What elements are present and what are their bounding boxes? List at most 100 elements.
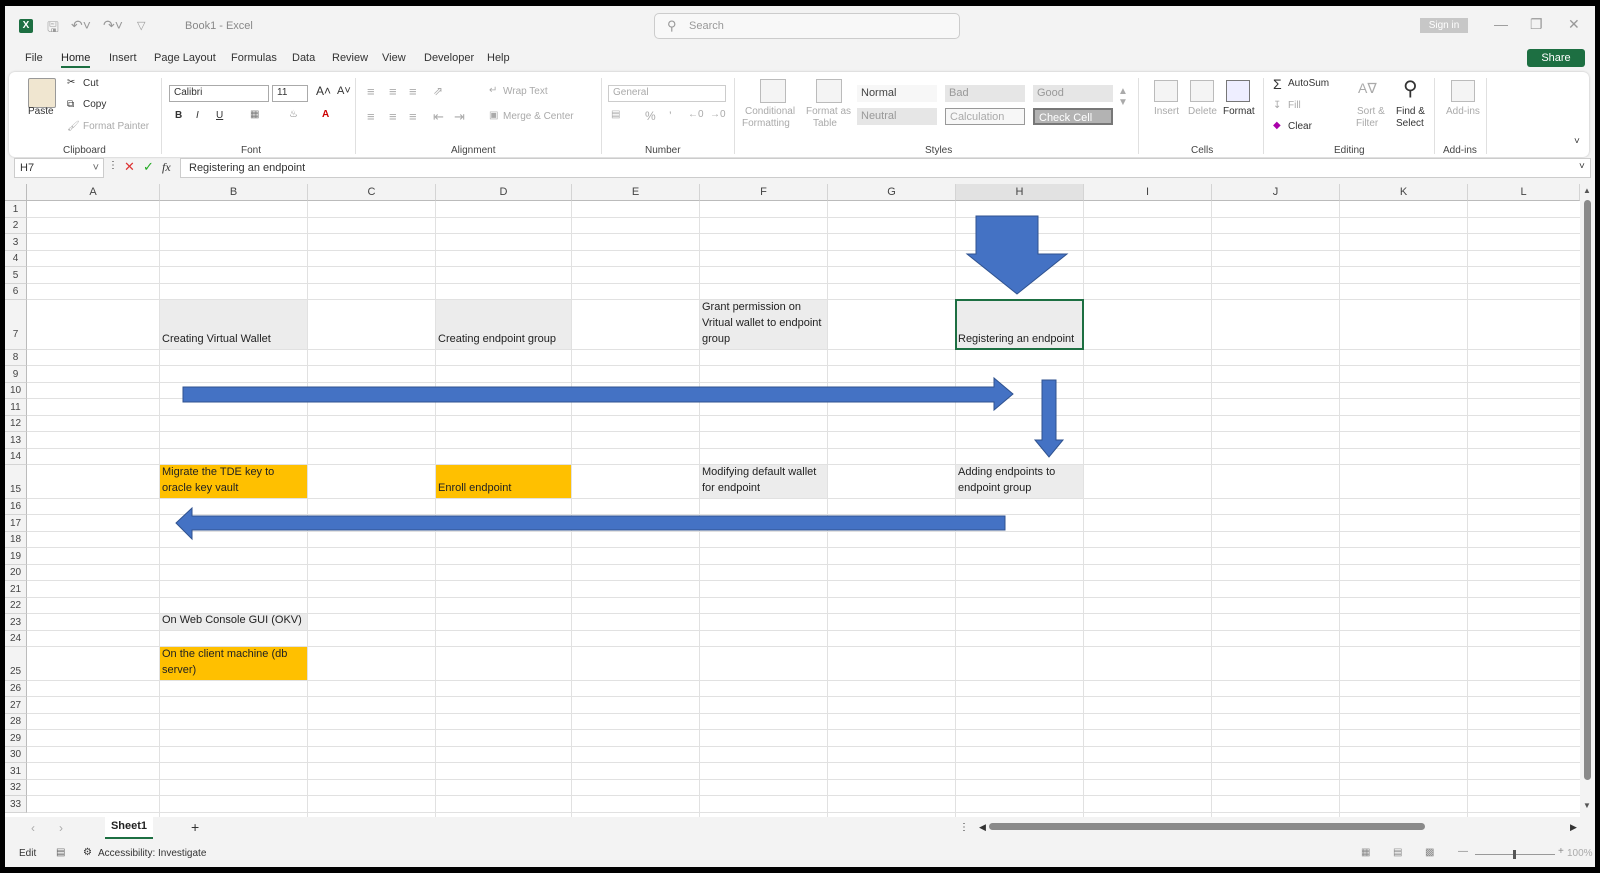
clear-button[interactable]: Clear [1288,121,1312,132]
menu-view[interactable]: View [382,52,406,64]
wrap-text-button[interactable]: Wrap Text [503,86,548,97]
delete-cells-button[interactable]: Delete [1188,106,1217,117]
borders-icon[interactable]: ▦ [250,109,259,120]
page-layout-view-icon[interactable]: ▤ [1393,847,1402,858]
scroll-left-icon[interactable]: ◀ [979,822,986,833]
insert-cells-button[interactable]: Insert [1154,106,1179,117]
vertical-scrollbar[interactable]: ▲ ▼ [1580,184,1595,817]
percent-icon[interactable]: % [645,109,656,123]
save-icon[interactable]: 🖫 [47,17,59,41]
customize-qat-icon[interactable]: ▽ [137,19,145,32]
restore-icon[interactable]: ❐ [1530,16,1543,33]
currency-icon[interactable]: ▤ [611,109,620,120]
minimize-icon[interactable]: — [1494,16,1508,32]
style-normal[interactable]: Normal [857,85,937,102]
menu-insert[interactable]: Insert [109,52,137,64]
grow-font-icon[interactable]: A˄ [316,84,331,98]
align-center-icon[interactable]: ≡ [389,109,397,124]
find-select-button[interactable]: Find & [1396,106,1425,117]
more-icon[interactable]: ⋮ [108,160,118,171]
orientation-icon[interactable]: ⇗ [433,84,443,98]
search-box[interactable]: ⚲ Search [654,13,960,39]
tab-options-icon[interactable]: ⋮ [959,822,969,833]
increase-decimal-icon[interactable]: ←0 [688,109,704,120]
add-sheet-icon[interactable]: + [191,819,199,835]
decrease-indent-icon[interactable]: ⇤ [433,109,444,125]
style-good[interactable]: Good [1033,85,1113,102]
bold-icon[interactable]: B [175,110,182,121]
merge-center-button[interactable]: Merge & Center [503,111,574,122]
style-bad[interactable]: Bad [945,85,1025,102]
share-button[interactable]: Share [1527,49,1585,67]
undo-icon[interactable]: ↶˅ [71,17,91,34]
font-color-icon[interactable]: A [322,109,329,120]
scroll-down-icon[interactable]: ▼ [1583,801,1591,810]
style-neutral[interactable]: Neutral [857,108,937,125]
align-middle-icon[interactable]: ≡ [389,84,397,99]
align-right-icon[interactable]: ≡ [409,109,417,124]
copy-button[interactable]: Copy [83,99,106,110]
insert-function-icon[interactable]: fx [162,160,171,175]
normal-view-icon[interactable]: ▦ [1361,847,1370,858]
decrease-decimal-icon[interactable]: →0 [710,109,726,120]
underline-icon[interactable]: U [216,110,223,121]
format-painter-button[interactable]: Format Painter [83,121,149,132]
format-cells-button[interactable]: Format [1223,106,1255,117]
worksheet-grid[interactable]: A B C D E F G H I J K L 1 2 3 4 5 6 7 8 … [5,184,1580,817]
style-calculation[interactable]: Calculation [945,108,1025,125]
horizontal-scroll-thumb[interactable] [989,823,1425,830]
font-name-select[interactable]: Calibri [169,85,269,102]
align-top-icon[interactable]: ≡ [367,84,375,99]
sign-in-button[interactable]: Sign in [1420,18,1468,33]
fill-button[interactable]: Fill [1288,100,1301,111]
close-icon[interactable]: ✕ [1568,16,1580,33]
sheet-tab[interactable]: Sheet1 [105,817,153,839]
accessibility-status[interactable]: Accessibility: Investigate [98,848,206,859]
menu-review[interactable]: Review [332,52,368,64]
collapse-ribbon-icon[interactable]: ˅ [1574,136,1580,147]
add-ins-button[interactable]: Add-ins [1446,106,1480,117]
menu-data[interactable]: Data [292,52,315,64]
name-box[interactable]: H7 ˅ [14,158,104,178]
italic-icon[interactable]: I [196,110,199,121]
expand-formula-bar-icon[interactable]: ˅ [1579,161,1585,172]
styles-scroll-icon[interactable]: ▲ ▼ [1118,86,1128,108]
menu-developer[interactable]: Developer [424,52,474,64]
paste-button[interactable]: Paste [28,106,54,117]
formula-input[interactable]: Registering an endpoint [180,158,1591,178]
scroll-up-icon[interactable]: ▲ [1583,186,1591,195]
align-bottom-icon[interactable]: ≡ [409,84,417,99]
zoom-out-icon[interactable]: — [1458,846,1468,857]
format-as-table-button[interactable]: Format as [806,106,851,117]
font-size-select[interactable]: 11 [272,85,308,102]
cut-button[interactable]: Cut [83,78,99,89]
menu-file[interactable]: File [25,52,43,64]
prev-sheet-icon[interactable]: ‹ [31,821,35,835]
style-check-cell[interactable]: Check Cell [1033,108,1113,125]
zoom-slider-thumb[interactable] [1513,850,1516,859]
shrink-font-icon[interactable]: A˅ [337,85,351,97]
comma-icon[interactable]: ’ [669,109,672,123]
vertical-scroll-thumb[interactable] [1584,200,1591,780]
align-left-icon[interactable]: ≡ [367,109,375,124]
zoom-level[interactable]: 100% [1567,848,1593,859]
macro-icon[interactable]: ▤ [56,847,65,858]
enter-icon[interactable]: ✓ [143,159,154,175]
zoom-in-icon[interactable]: + [1558,846,1564,857]
number-format-select[interactable]: General [608,85,726,102]
cancel-icon[interactable]: ✕ [124,159,135,175]
conditional-formatting-button[interactable]: Conditional [745,106,795,117]
menu-page-layout[interactable]: Page Layout [154,52,216,64]
increase-indent-icon[interactable]: ⇥ [454,109,465,125]
scroll-right-icon[interactable]: ▶ [1570,822,1577,833]
autosum-button[interactable]: AutoSum [1288,78,1329,89]
redo-icon[interactable]: ↷˅ [103,17,123,34]
paste-icon[interactable] [28,78,56,108]
page-break-view-icon[interactable]: ▩ [1425,847,1434,858]
next-sheet-icon[interactable]: › [59,821,63,835]
menu-help[interactable]: Help [487,52,510,64]
menu-formulas[interactable]: Formulas [231,52,277,64]
menu-home[interactable]: Home [61,52,91,68]
fill-color-icon[interactable]: ♨ [289,109,298,120]
sort-filter-button[interactable]: Sort & [1357,106,1385,117]
